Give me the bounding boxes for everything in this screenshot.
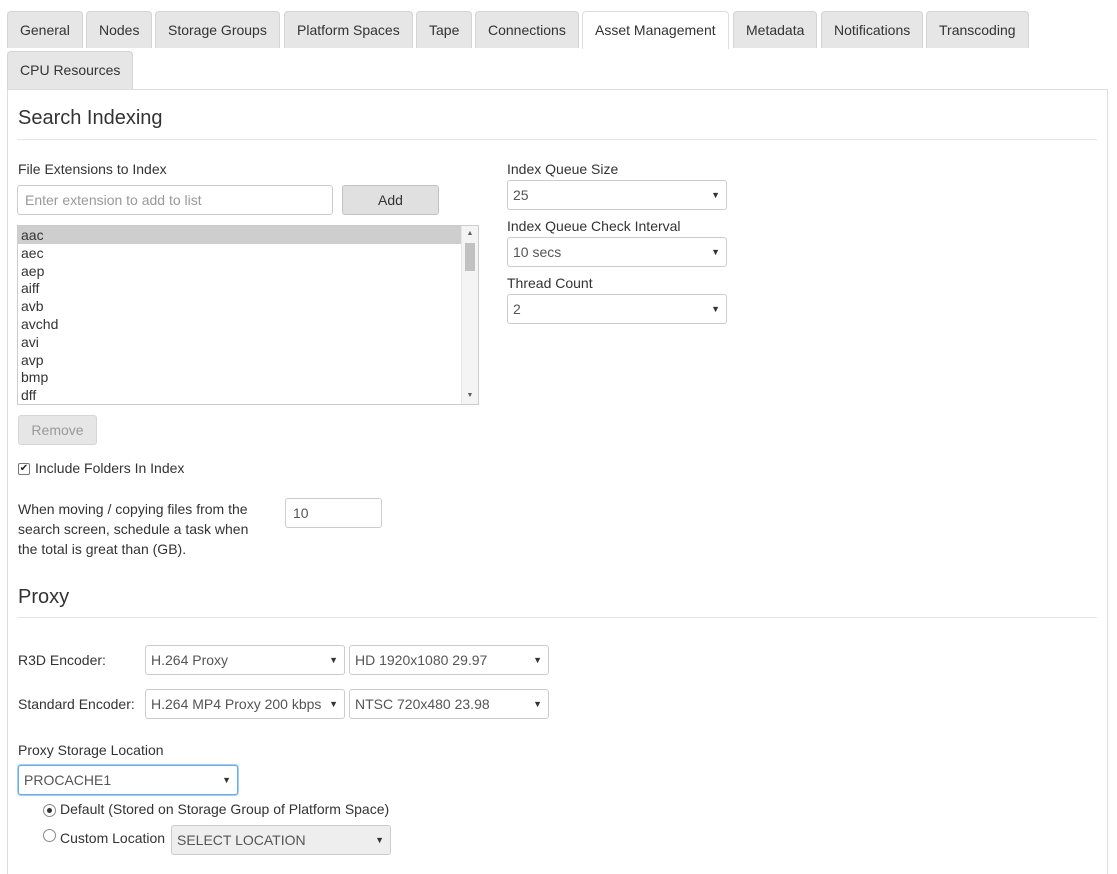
dropdown-arrow-icon: ▼: [533, 699, 542, 709]
index-queue-check-interval-label: Index Queue Check Interval: [507, 218, 681, 234]
select-value: 25: [513, 187, 529, 203]
dropdown-arrow-icon: ▼: [533, 655, 542, 665]
listbox-scrollbar[interactable]: ▲ ▼: [461, 226, 478, 404]
list-item[interactable]: aep: [18, 262, 478, 280]
include-folders-label: Include Folders In Index: [35, 460, 185, 476]
custom-location-label: Custom Location: [60, 830, 166, 846]
list-item[interactable]: bmp: [18, 368, 478, 386]
index-queue-size-select[interactable]: 25 ▼: [507, 180, 727, 210]
list-item[interactable]: avi: [18, 333, 478, 351]
list-item[interactable]: avp: [18, 351, 478, 369]
index-queue-size-label: Index Queue Size: [507, 161, 619, 177]
r3d-encoder-label: R3D Encoder:: [18, 652, 106, 668]
panel-left-border: [7, 89, 8, 874]
list-item[interactable]: aiff: [18, 279, 478, 297]
select-value: NTSC 720x480 23.98: [355, 696, 490, 712]
list-item[interactable]: avchd: [18, 315, 478, 333]
select-value: H.264 Proxy: [151, 652, 229, 668]
list-item[interactable]: aac: [18, 226, 478, 244]
file-extensions-label: File Extensions to Index: [18, 161, 167, 177]
thread-count-select[interactable]: 2 ▼: [507, 294, 727, 324]
tab-asset-management[interactable]: Asset Management: [582, 11, 729, 49]
proxy-divider: [17, 617, 1097, 618]
custom-location-select[interactable]: SELECT LOCATION ▼: [171, 825, 391, 855]
proxy-storage-location-select[interactable]: PROCACHE1 ▼: [18, 765, 238, 795]
select-value: 2: [513, 301, 521, 317]
list-item[interactable]: dff: [18, 386, 478, 404]
move-copy-label-line: When moving / copying files from the: [18, 501, 248, 517]
move-copy-threshold-label: When moving / copying files from the sea…: [18, 499, 248, 559]
tab-content-border: [7, 89, 1108, 90]
select-value: PROCACHE1: [24, 772, 112, 788]
dropdown-arrow-icon: ▼: [375, 835, 384, 845]
custom-location-radio[interactable]: [43, 829, 56, 842]
tab-cpu-resources[interactable]: CPU Resources: [7, 51, 134, 89]
include-folders-checkbox[interactable]: ✔: [18, 463, 30, 475]
tab-metadata[interactable]: Metadata: [733, 11, 818, 48]
tab-general[interactable]: General: [7, 11, 83, 48]
tab-tape[interactable]: Tape: [416, 11, 473, 48]
default-location-radio[interactable]: [43, 804, 56, 817]
dropdown-arrow-icon: ▼: [711, 247, 720, 257]
dropdown-arrow-icon: ▼: [329, 699, 338, 709]
scrollbar-thumb[interactable]: [465, 243, 475, 271]
scroll-down-icon[interactable]: ▼: [462, 388, 478, 404]
tab-storage-groups[interactable]: Storage Groups: [155, 11, 280, 48]
select-value: HD 1920x1080 29.97: [355, 652, 488, 668]
list-item[interactable]: aec: [18, 244, 478, 262]
extensions-listbox[interactable]: aac aec aep aiff avb avchd avi avp bmp d…: [17, 225, 479, 405]
move-copy-label-line: the total is great than (GB).: [18, 541, 187, 557]
standard-encoder-label: Standard Encoder:: [18, 696, 135, 712]
panel-right-border: [1107, 89, 1108, 874]
move-copy-threshold-input[interactable]: [285, 498, 382, 528]
select-value: SELECT LOCATION: [177, 832, 306, 848]
dropdown-arrow-icon: ▼: [329, 655, 338, 665]
proxy-storage-location-label: Proxy Storage Location: [18, 742, 164, 758]
tab-nodes[interactable]: Nodes: [86, 11, 153, 48]
select-value: H.264 MP4 Proxy 200 kbps: [151, 696, 322, 712]
thread-count-label: Thread Count: [507, 275, 593, 291]
dropdown-arrow-icon: ▼: [222, 775, 231, 785]
default-location-label: Default (Stored on Storage Group of Plat…: [60, 801, 390, 817]
list-item[interactable]: avb: [18, 297, 478, 315]
tab-notifications[interactable]: Notifications: [821, 11, 924, 48]
scroll-up-icon[interactable]: ▲: [462, 226, 478, 242]
tab-platform-spaces[interactable]: Platform Spaces: [284, 11, 413, 48]
dropdown-arrow-icon: ▼: [711, 190, 720, 200]
tab-connections[interactable]: Connections: [475, 11, 579, 48]
add-extension-button[interactable]: Add: [342, 185, 439, 215]
remove-extension-button[interactable]: Remove: [18, 415, 97, 445]
search-indexing-divider: [17, 139, 1097, 140]
dropdown-arrow-icon: ▼: [711, 304, 720, 314]
proxy-heading: Proxy: [18, 586, 70, 608]
move-copy-label-line: search screen, schedule a task when: [18, 521, 249, 537]
search-indexing-heading: Search Indexing: [18, 107, 163, 129]
standard-resolution-select[interactable]: NTSC 720x480 23.98 ▼: [349, 689, 549, 719]
r3d-encoder-select[interactable]: H.264 Proxy ▼: [145, 645, 345, 675]
standard-encoder-select[interactable]: H.264 MP4 Proxy 200 kbps ▼: [145, 689, 345, 719]
index-queue-check-interval-select[interactable]: 10 secs ▼: [507, 237, 727, 267]
select-value: 10 secs: [513, 244, 562, 260]
tab-transcoding[interactable]: Transcoding: [926, 11, 1029, 48]
checkmark-icon: ✔: [19, 463, 29, 474]
r3d-resolution-select[interactable]: HD 1920x1080 29.97 ▼: [349, 645, 549, 675]
extension-input[interactable]: [17, 185, 333, 215]
